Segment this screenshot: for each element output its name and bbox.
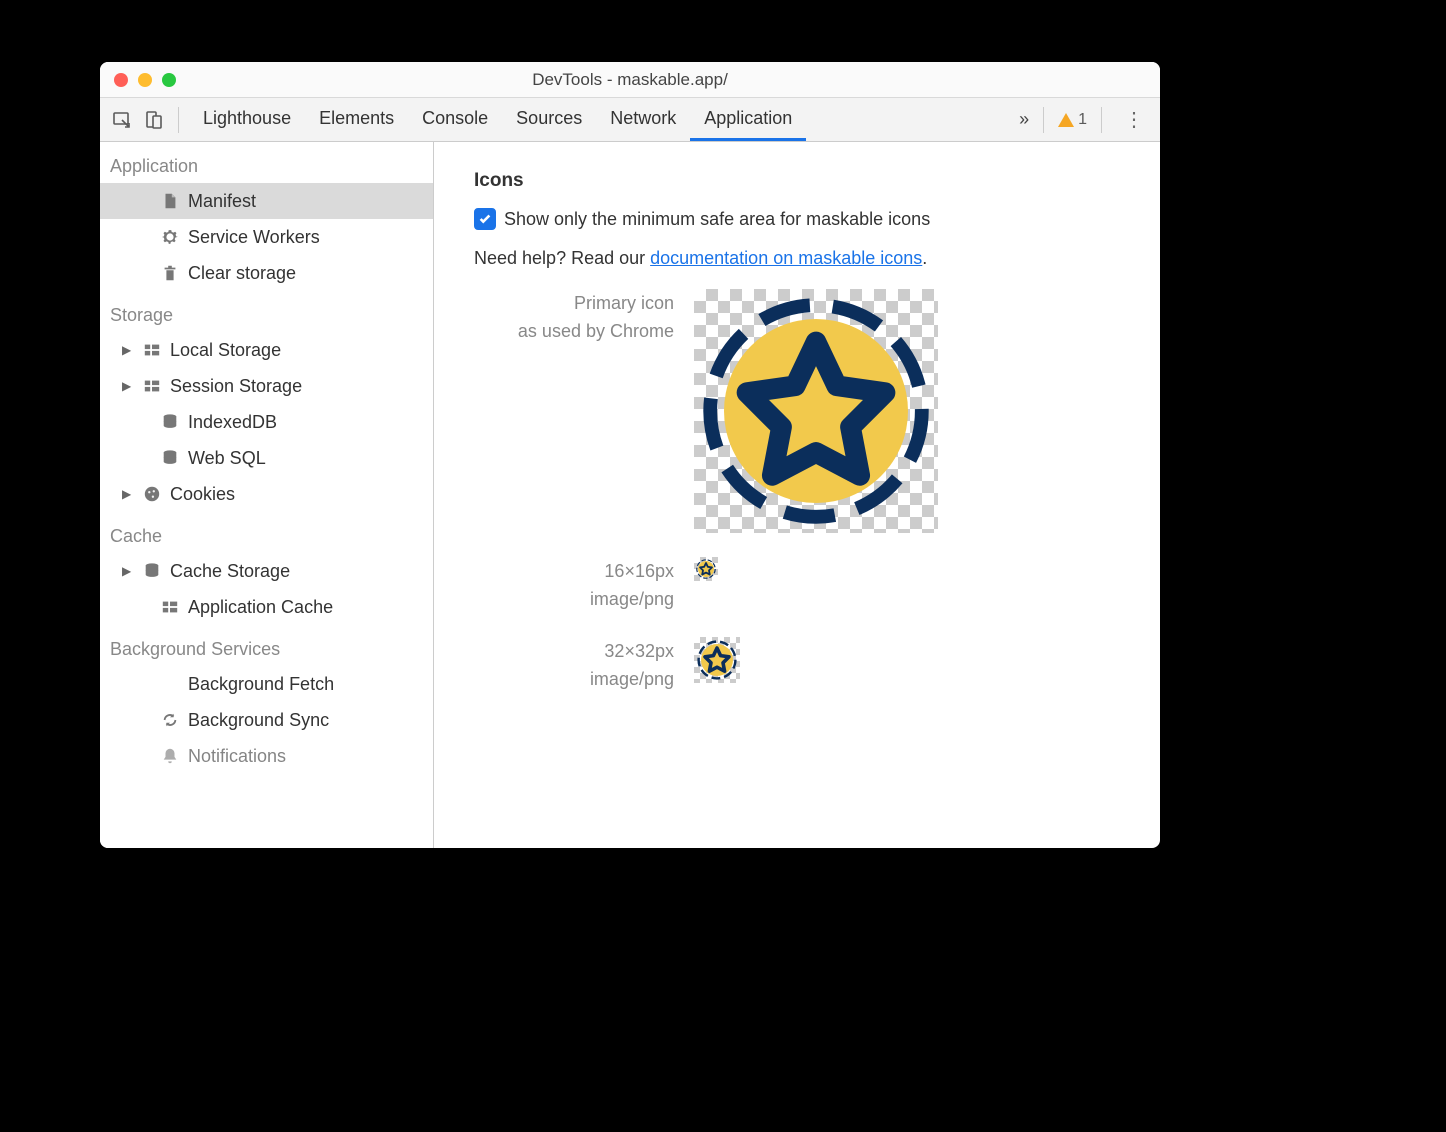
sidebar-item-label: Application Cache [188, 595, 333, 619]
sidebar-item-background-fetch[interactable]: Background Fetch [100, 666, 433, 702]
sidebar-item-label: Session Storage [170, 374, 302, 398]
icon-32-preview [694, 637, 740, 683]
star-badge-icon [697, 640, 737, 680]
caret-right-icon: ▶ [122, 374, 134, 398]
primary-icon-label: Primary icon as used by Chrome [474, 289, 674, 345]
table-icon [142, 376, 162, 396]
kebab-menu-icon[interactable]: ⋮ [1116, 107, 1152, 132]
sidebar-item-service-workers[interactable]: Service Workers [100, 219, 433, 255]
sidebar-item-label: IndexedDB [188, 410, 277, 434]
devtools-toolbar: Lighthouse Elements Console Sources Netw… [100, 98, 1160, 142]
sidebar-item-label: Manifest [188, 189, 256, 213]
transfer-icon [160, 674, 180, 694]
safe-area-checkbox-row[interactable]: Show only the minimum safe area for mask… [474, 208, 1120, 230]
caret-right-icon: ▶ [122, 559, 134, 583]
sidebar-item-label: Cookies [170, 482, 235, 506]
sidebar-section-title: Storage [100, 291, 433, 332]
window-titlebar: DevTools - maskable.app/ [100, 62, 1160, 98]
tab-network[interactable]: Network [596, 98, 690, 141]
warnings-indicator[interactable]: 1 [1058, 111, 1087, 129]
star-badge-icon [696, 559, 716, 579]
sidebar-section-title: Cache [100, 512, 433, 553]
primary-icon-preview [694, 289, 938, 533]
tab-console[interactable]: Console [408, 98, 502, 141]
tab-sources[interactable]: Sources [502, 98, 596, 141]
separator [178, 107, 179, 133]
sidebar-section-title: Application [100, 142, 433, 183]
cookie-icon [142, 484, 162, 504]
application-sidebar: Application Manifest Service Workers [100, 142, 434, 848]
tab-elements[interactable]: Elements [305, 98, 408, 141]
sidebar-item-local-storage[interactable]: ▶ Local Storage [100, 332, 433, 368]
sidebar-item-websql[interactable]: Web SQL [100, 440, 433, 476]
gear-icon [160, 227, 180, 247]
icon-16-preview [694, 557, 718, 581]
database-icon [160, 412, 180, 432]
sidebar-item-cache-storage[interactable]: ▶ Cache Storage [100, 553, 433, 589]
separator [1043, 107, 1044, 133]
warning-count: 1 [1078, 111, 1087, 129]
database-icon [160, 448, 180, 468]
star-badge-icon [701, 296, 931, 526]
help-text: Need help? Read our documentation on mas… [474, 248, 1120, 269]
caret-right-icon: ▶ [122, 482, 134, 506]
tab-lighthouse[interactable]: Lighthouse [189, 98, 305, 141]
checkbox-checked-icon[interactable] [474, 208, 496, 230]
sidebar-item-manifest[interactable]: Manifest [100, 183, 433, 219]
sidebar-item-label: Notifications [188, 744, 286, 768]
table-icon [160, 597, 180, 617]
more-tabs-icon[interactable]: » [1019, 109, 1029, 130]
devtools-window: DevTools - maskable.app/ Lighthouse Elem… [100, 62, 1160, 848]
sidebar-item-indexeddb[interactable]: IndexedDB [100, 404, 433, 440]
checkbox-label: Show only the minimum safe area for mask… [504, 209, 930, 230]
minimize-window-button[interactable] [138, 73, 152, 87]
close-window-button[interactable] [114, 73, 128, 87]
sidebar-item-clear-storage[interactable]: Clear storage [100, 255, 433, 291]
sidebar-item-label: Service Workers [188, 225, 320, 249]
device-toolbar-icon[interactable] [140, 106, 168, 134]
sidebar-item-label: Background Sync [188, 708, 329, 732]
caret-right-icon: ▶ [122, 338, 134, 362]
sidebar-item-background-sync[interactable]: Background Sync [100, 702, 433, 738]
icon-entry-label: 16×16px image/png [474, 557, 674, 613]
document-icon [160, 191, 180, 211]
sidebar-item-notifications[interactable]: Notifications [100, 738, 433, 774]
sidebar-item-cookies[interactable]: ▶ Cookies [100, 476, 433, 512]
sidebar-item-label: Clear storage [188, 261, 296, 285]
sidebar-item-label: Local Storage [170, 338, 281, 362]
tab-application[interactable]: Application [690, 98, 806, 141]
zoom-window-button[interactable] [162, 73, 176, 87]
sidebar-item-session-storage[interactable]: ▶ Session Storage [100, 368, 433, 404]
database-icon [142, 561, 162, 581]
bell-icon [160, 746, 180, 766]
sidebar-section-title: Background Services [100, 625, 433, 666]
panel-tabs: Lighthouse Elements Console Sources Netw… [189, 98, 806, 141]
table-icon [142, 340, 162, 360]
sync-icon [160, 710, 180, 730]
trash-icon [160, 263, 180, 283]
separator [1101, 107, 1102, 133]
sidebar-item-label: Cache Storage [170, 559, 290, 583]
icon-entry-label: 32×32px image/png [474, 637, 674, 693]
manifest-panel: Icons Show only the minimum safe area fo… [434, 142, 1160, 848]
section-heading: Icons [474, 170, 1120, 192]
inspect-element-icon[interactable] [108, 106, 136, 134]
sidebar-item-label: Web SQL [188, 446, 266, 470]
sidebar-item-label: Background Fetch [188, 672, 334, 696]
warning-icon [1058, 113, 1074, 127]
docs-link[interactable]: documentation on maskable icons [650, 248, 922, 268]
window-title: DevTools - maskable.app/ [100, 70, 1160, 90]
sidebar-item-application-cache[interactable]: Application Cache [100, 589, 433, 625]
